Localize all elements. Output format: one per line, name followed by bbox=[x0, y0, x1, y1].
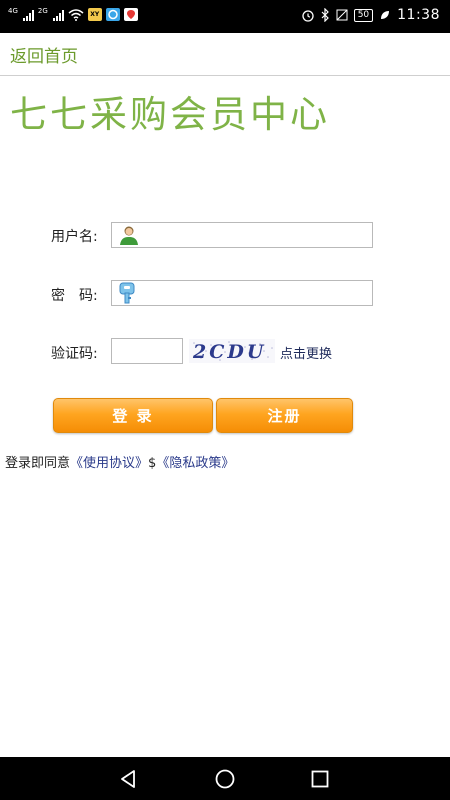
captcha-text: 2CDU bbox=[192, 341, 266, 363]
captcha-field[interactable] bbox=[111, 338, 292, 364]
status-bar: 4G 2G XY 50 11:38 bbox=[0, 0, 450, 33]
header: 返回首页 bbox=[0, 33, 450, 76]
page-title: 七七采购会员中心 bbox=[10, 93, 330, 136]
map-app-icon bbox=[123, 8, 138, 21]
captcha-label: 验证码: bbox=[51, 346, 98, 362]
clock: 11:38 bbox=[397, 7, 440, 23]
leaf-icon bbox=[381, 11, 390, 19]
back-icon[interactable] bbox=[114, 765, 142, 793]
network-type-1: 4G bbox=[8, 7, 18, 15]
signal-icon bbox=[22, 9, 34, 21]
wifi-icon bbox=[68, 8, 84, 21]
password-label: 密 码: bbox=[51, 288, 98, 304]
browser-app-icon bbox=[105, 8, 120, 21]
refresh-captcha-link[interactable]: 点击更换 bbox=[280, 343, 332, 362]
back-home-link[interactable]: 返回首页 bbox=[10, 42, 78, 67]
recent-apps-icon[interactable] bbox=[306, 765, 334, 793]
captcha-noise: 2CDU bbox=[192, 341, 273, 363]
notification-app-icon: XY bbox=[87, 8, 102, 21]
username-input[interactable] bbox=[140, 224, 372, 246]
battery-icon: 50 bbox=[353, 8, 374, 22]
status-bar-left: 4G 2G XY bbox=[8, 8, 138, 21]
key-icon bbox=[119, 282, 135, 304]
password-input[interactable] bbox=[136, 282, 372, 304]
register-button[interactable]: 注册 bbox=[216, 398, 353, 433]
privacy-link[interactable]: 《隐私政策》 bbox=[156, 456, 234, 471]
home-icon[interactable] bbox=[211, 765, 239, 793]
username-field[interactable] bbox=[111, 222, 373, 248]
signal-icon-2 bbox=[52, 9, 64, 21]
login-button[interactable]: 登 录 bbox=[53, 398, 213, 433]
username-label: 用户名: bbox=[51, 229, 98, 245]
network-type-2: 2G bbox=[37, 7, 48, 15]
terms-link[interactable]: 《使用协议》 bbox=[70, 456, 148, 471]
password-field[interactable] bbox=[111, 280, 373, 306]
status-bar-right: 50 11:38 bbox=[301, 7, 440, 23]
alarm-icon bbox=[302, 10, 314, 22]
agreement-prefix: 登录即同意 bbox=[5, 456, 71, 471]
navigation-bar bbox=[0, 757, 450, 800]
no-signal-icon bbox=[336, 9, 348, 21]
user-icon bbox=[120, 226, 138, 245]
captcha-image[interactable]: 2CDU bbox=[189, 339, 275, 363]
agreement-text: 登录即同意《使用协议》$《隐私政策》 bbox=[5, 452, 234, 471]
bluetooth-icon bbox=[321, 8, 329, 22]
